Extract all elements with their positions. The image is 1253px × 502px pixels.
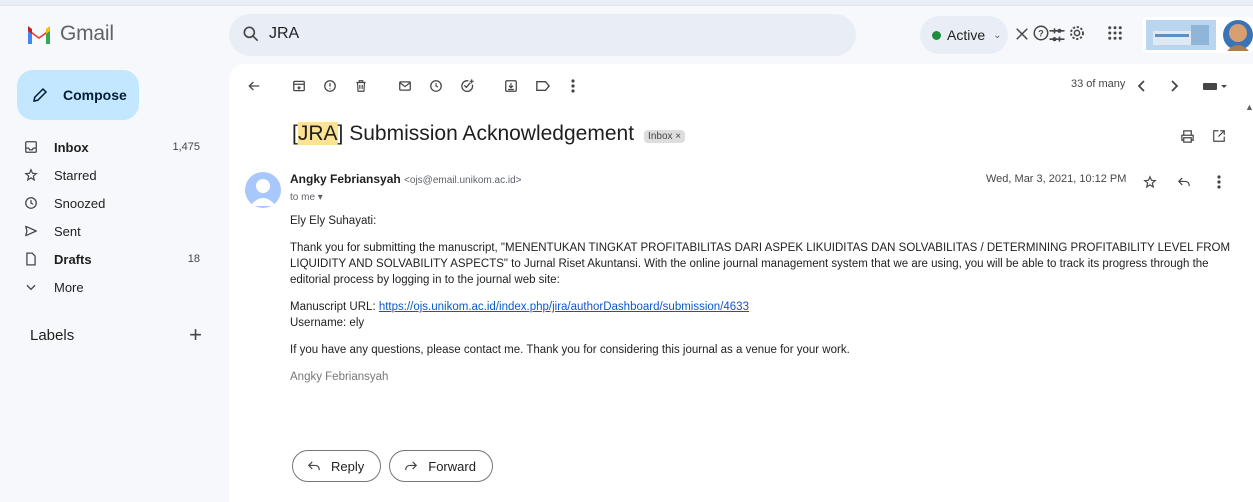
chevron-down-icon: ⌄ <box>993 29 1002 41</box>
email-date: Wed, Mar 3, 2021, 10:12 PM <box>986 173 1127 185</box>
drafts-count: 18 <box>187 253 200 265</box>
help-icon[interactable]: ? <box>1032 24 1050 42</box>
status-selector[interactable]: Active ⌄ <box>920 16 1008 54</box>
compose-label: Compose <box>63 87 127 103</box>
search-bar[interactable] <box>229 14 1065 56</box>
input-tools-icon[interactable] <box>1199 76 1231 96</box>
signature: Angky Febriansyah <box>290 371 389 383</box>
inbox-label-tag[interactable]: Inbox × <box>644 129 686 143</box>
reply-button[interactable]: Reply <box>292 450 382 482</box>
reply-label: Reply <box>331 458 365 474</box>
manuscript-details: Manuscript URL: https://ojs.unikom.ac.id… <box>290 299 1240 331</box>
search-input[interactable] <box>269 25 769 43</box>
subject-highlight: JRA <box>297 122 338 145</box>
forward-label: Forward <box>428 458 476 474</box>
labels-header: Labels + <box>30 322 202 348</box>
sender-avatar[interactable] <box>245 172 281 208</box>
status-label: Active <box>947 27 986 43</box>
sidebar-item-label: Drafts <box>54 251 92 267</box>
forward-icon <box>404 460 418 472</box>
chevron-down-icon <box>24 280 38 294</box>
sender-name[interactable]: Angky Febriansyah <box>290 172 401 186</box>
search-icon[interactable] <box>241 24 261 44</box>
sidebar-item-label: More <box>54 279 84 295</box>
url-label: Manuscript URL: <box>290 301 379 313</box>
subject-text: Submission Acknowledgement <box>343 122 635 145</box>
star-icon[interactable] <box>1140 172 1160 192</box>
email-subject: [JRA] Submission Acknowledgement Inbox × <box>292 122 686 146</box>
close-icon[interactable] <box>1013 25 1031 43</box>
mark-unread-icon[interactable] <box>395 76 415 96</box>
inbox-count: 1,475 <box>172 141 200 153</box>
more-vert-icon[interactable] <box>1209 172 1229 192</box>
trash-icon[interactable] <box>351 76 371 96</box>
greeting: Ely Ely Suhayati: <box>290 215 377 227</box>
message-toolbar: 33 of many <box>229 64 1253 108</box>
sidebar-nav: Inbox 1,475 Starred Snoozed Sent Drafts … <box>24 133 214 301</box>
add-task-icon[interactable] <box>457 76 477 96</box>
send-icon <box>24 224 38 238</box>
snooze-clock-icon[interactable] <box>426 76 446 96</box>
sidebar-item-snoozed[interactable]: Snoozed <box>24 189 214 217</box>
sidebar-item-label: Inbox <box>54 139 89 155</box>
move-to-icon[interactable] <box>501 76 521 96</box>
sidebar-item-sent[interactable]: Sent <box>24 217 214 245</box>
pagination-label: 33 of many <box>1071 78 1126 90</box>
sidebar-item-inbox[interactable]: Inbox 1,475 <box>24 133 214 161</box>
app-name: Gmail <box>60 22 114 45</box>
archive-icon[interactable] <box>289 76 309 96</box>
inbox-icon <box>24 140 38 154</box>
scrollbar-up-arrow[interactable]: ▲ <box>1245 102 1253 112</box>
print-icon[interactable] <box>1177 126 1197 146</box>
body-paragraph: Thank you for submitting the manuscript,… <box>290 242 1231 286</box>
username-line: Username: ely <box>290 317 365 329</box>
more-vert-icon[interactable] <box>563 76 583 96</box>
add-label-icon[interactable]: + <box>189 322 202 348</box>
back-arrow-icon[interactable] <box>244 76 264 96</box>
open-new-window-icon[interactable] <box>1209 126 1229 146</box>
sidebar-item-label: Starred <box>54 167 97 183</box>
report-spam-icon[interactable] <box>320 76 340 96</box>
gmail-logo[interactable]: Gmail <box>26 22 114 46</box>
sidebar-item-label: Sent <box>54 223 81 239</box>
body-paragraph: If you have any questions, please contac… <box>290 344 850 356</box>
star-icon <box>24 168 38 182</box>
pencil-icon <box>31 86 49 104</box>
sidebar-item-starred[interactable]: Starred <box>24 161 214 189</box>
chevron-left-icon[interactable] <box>1132 76 1152 96</box>
app-header: Gmail Active ⌄ ? <box>0 6 1253 64</box>
label-icon[interactable] <box>533 76 553 96</box>
gear-icon[interactable] <box>1068 24 1086 42</box>
sidebar-item-drafts[interactable]: Drafts 18 <box>24 245 214 273</box>
sender-info: Angky Febriansyah <ojs@email.unikom.ac.i… <box>290 172 521 186</box>
email-body: Ely Ely Suhayati: Thank you for submitti… <box>290 213 1240 396</box>
reply-icon <box>307 460 321 472</box>
svg-text:?: ? <box>1038 28 1044 38</box>
message-pane: 33 of many ▲ [JRA] Submission Acknowledg… <box>229 64 1253 502</box>
compose-button[interactable]: Compose <box>17 70 139 120</box>
sidebar-item-label: Snoozed <box>54 195 106 211</box>
draft-icon <box>24 252 38 266</box>
search-options-icon[interactable] <box>1047 25 1067 45</box>
forward-button[interactable]: Forward <box>389 450 493 482</box>
manuscript-link[interactable]: https://ojs.unikom.ac.id/index.php/jira/… <box>379 301 749 313</box>
reply-icon[interactable] <box>1174 172 1194 192</box>
sidebar-item-more[interactable]: More <box>24 273 214 301</box>
apps-grid-icon[interactable] <box>1106 24 1124 42</box>
message-actions: Reply Forward <box>292 450 493 482</box>
sender-email: <ojs@email.unikom.ac.id> <box>404 175 522 186</box>
account-avatar[interactable] <box>1143 17 1253 53</box>
labels-title: Labels <box>30 326 75 344</box>
active-status-dot <box>932 30 941 40</box>
clock-icon <box>24 196 38 210</box>
chevron-right-icon[interactable] <box>1164 76 1184 96</box>
gmail-m-icon <box>28 26 50 44</box>
recipient-details[interactable]: to me ▾ <box>290 192 323 203</box>
